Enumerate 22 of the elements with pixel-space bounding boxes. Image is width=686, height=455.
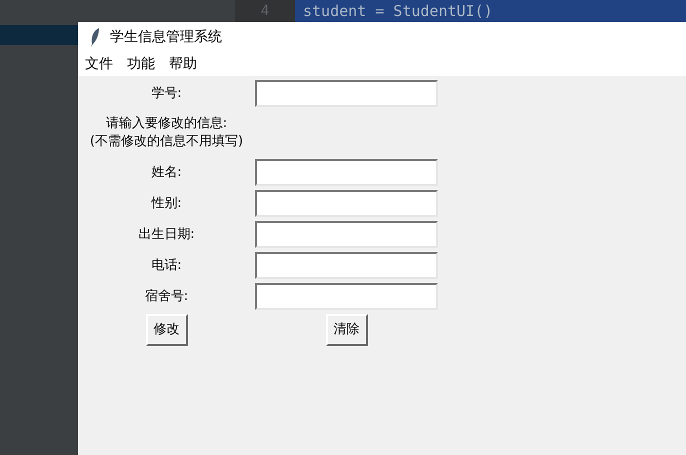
menu-item[interactable]: 文件 — [85, 54, 113, 74]
input-field[interactable] — [255, 221, 438, 248]
instruction-text: 请输入要修改的信息: — [106, 115, 228, 133]
field-label: 性别: — [151, 194, 182, 213]
input-field[interactable] — [255, 283, 438, 310]
input-field[interactable] — [255, 80, 438, 107]
field-label: 姓名: — [151, 164, 182, 182]
field-label: 宿舍号: — [144, 288, 188, 306]
input-field[interactable] — [255, 159, 438, 186]
menu-item[interactable]: 功能 — [127, 54, 155, 74]
feather-icon — [90, 27, 100, 47]
window-title: 学生信息管理系统 — [110, 28, 222, 46]
action-button[interactable]: 清除 — [326, 314, 368, 346]
field-label: 电话: — [151, 256, 182, 275]
action-button[interactable]: 修改 — [146, 314, 188, 346]
field-label: 出生日期: — [138, 226, 195, 244]
field-label: 学号: — [151, 84, 182, 103]
input-field[interactable] — [255, 252, 438, 279]
input-field[interactable] — [255, 190, 438, 217]
menu-item[interactable]: 帮助 — [169, 54, 197, 74]
instruction-text: (不需修改的信息不用填写) — [90, 133, 244, 151]
code-line: student = StudentUI() — [303, 0, 493, 22]
